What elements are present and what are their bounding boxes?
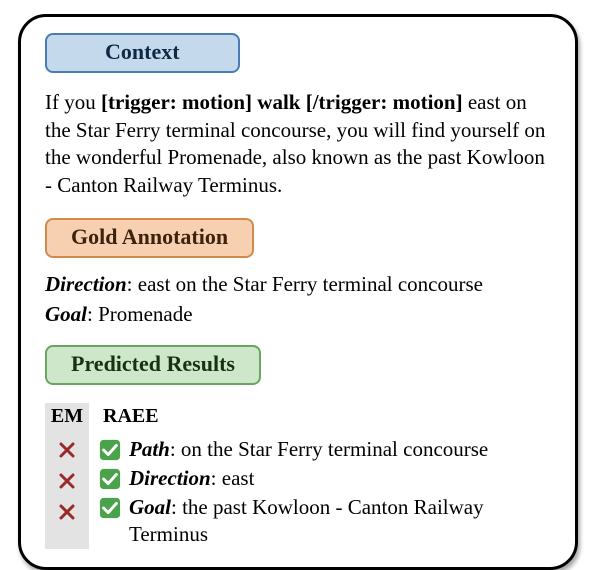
- predicted-row: Goal: the past Kowloon - Canton Railway …: [99, 494, 551, 549]
- cross-icon: [56, 470, 78, 492]
- predicted-row-label: Path: [129, 437, 170, 461]
- check-icon: [99, 439, 121, 461]
- predicted-table: EM RAEE: [45, 403, 551, 549]
- gold-item-label: Goal: [45, 302, 87, 326]
- context-text: If you [trigger: motion] walk [/trigger:…: [45, 89, 551, 200]
- column-raee: RAEE Path: on the Star Ferry terminal co…: [99, 403, 551, 549]
- predicted-row-value: : on the Star Ferry terminal concourse: [170, 437, 488, 461]
- predicted-row-label: Direction: [129, 466, 211, 490]
- gold-item-value: : east on the Star Ferry terminal concou…: [127, 272, 483, 296]
- gold-item: Goal: Promenade: [45, 300, 551, 328]
- column-em: EM: [45, 403, 89, 549]
- check-icon: [99, 468, 121, 490]
- section-gold: Gold Annotation Direction: east on the S…: [45, 216, 551, 329]
- predicted-heading: Predicted Results: [45, 345, 261, 385]
- trigger-open-tag: [trigger: motion]: [101, 90, 252, 114]
- gold-item: Direction: east on the Star Ferry termin…: [45, 270, 551, 298]
- trigger-word: walk: [252, 90, 306, 114]
- example-card: Context If you [trigger: motion] walk [/…: [18, 14, 578, 570]
- column-em-head: EM: [47, 403, 87, 430]
- gold-heading: Gold Annotation: [45, 218, 254, 258]
- predicted-row-value: : east: [211, 466, 255, 490]
- cross-icon: [56, 501, 78, 523]
- section-predicted: Predicted Results EM: [45, 343, 551, 549]
- context-prefix: If you: [45, 90, 101, 114]
- trigger-close-tag: [/trigger: motion]: [306, 90, 463, 114]
- cross-icon: [56, 439, 78, 461]
- gold-item-value: : Promenade: [87, 302, 193, 326]
- predicted-row-value: : the past Kowloon - Canton Railway Term…: [129, 495, 484, 546]
- check-icon: [99, 497, 121, 519]
- gold-item-label: Direction: [45, 272, 127, 296]
- section-context: Context If you [trigger: motion] walk [/…: [45, 31, 551, 200]
- predicted-row: Path: on the Star Ferry terminal concour…: [99, 436, 551, 463]
- predicted-row-label: Goal: [129, 495, 171, 519]
- context-heading: Context: [45, 33, 240, 73]
- predicted-row: Direction: east: [99, 465, 551, 492]
- column-raee-head: RAEE: [99, 403, 163, 430]
- gold-list: Direction: east on the Star Ferry termin…: [45, 270, 551, 329]
